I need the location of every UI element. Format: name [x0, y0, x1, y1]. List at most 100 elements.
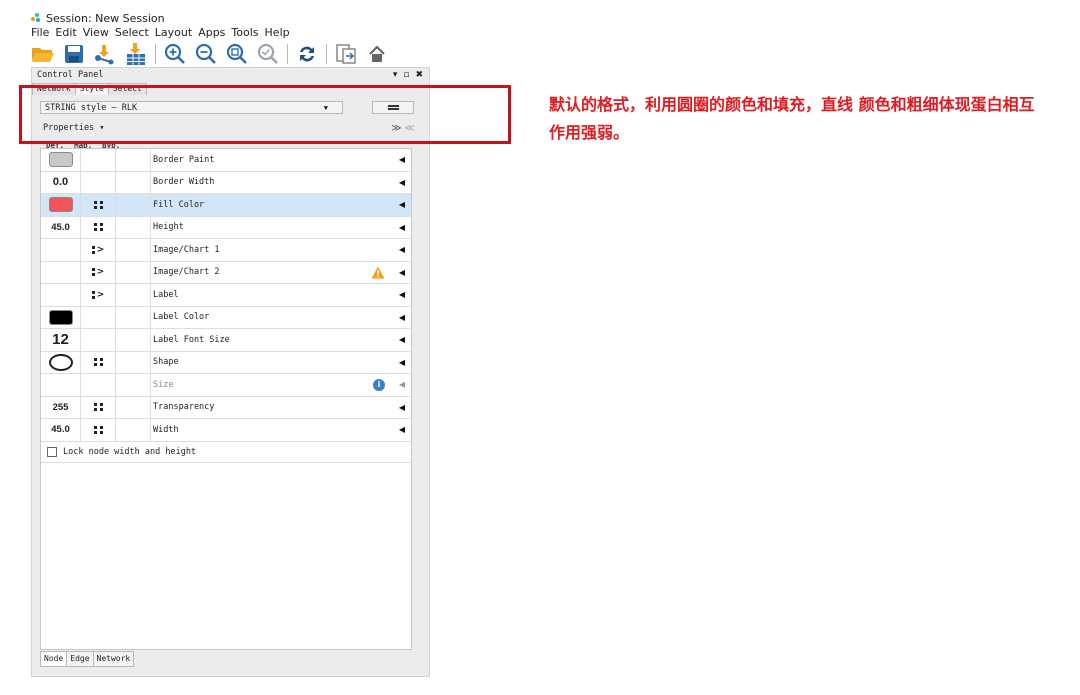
save-icon[interactable] [62, 43, 86, 65]
bypass-cell[interactable] [116, 239, 151, 261]
expand-arrow-icon[interactable]: ◀ [393, 313, 411, 322]
bypass-cell[interactable] [116, 261, 151, 283]
expand-arrow-icon[interactable]: ◀ [393, 425, 411, 434]
property-row[interactable]: 12 Label Font Size ◀ [41, 329, 411, 352]
default-color-swatch[interactable] [48, 152, 73, 168]
menu-view[interactable]: View [83, 26, 109, 40]
zoom-out-icon[interactable] [194, 43, 218, 65]
mapping-cell[interactable] [81, 149, 116, 171]
default-color-swatch[interactable] [48, 197, 73, 213]
info-icon[interactable]: i [373, 378, 385, 391]
lock-size-checkbox[interactable] [47, 446, 57, 457]
bypass-cell[interactable] [116, 171, 151, 193]
default-cell[interactable]: 0.0 [41, 171, 81, 193]
bypass-cell[interactable] [116, 329, 151, 351]
default-color-swatch[interactable] [48, 309, 73, 325]
default-cell[interactable]: 45.0 [41, 419, 81, 441]
panel-dropdown-icon[interactable]: ▾ [393, 70, 398, 80]
default-cell[interactable] [41, 194, 81, 216]
mapping-cell[interactable]: > [81, 239, 116, 261]
expand-arrow-icon[interactable]: ◀ [393, 200, 411, 209]
mapping-cell[interactable] [81, 374, 116, 396]
close-panel-icon[interactable]: ✖ [415, 70, 423, 80]
bypass-cell[interactable] [116, 194, 151, 216]
cytoscape-logo-icon [31, 13, 41, 23]
mapping-cell[interactable]: > [81, 261, 116, 283]
expand-arrow-icon[interactable]: ◀ [393, 155, 411, 164]
open-folder-icon[interactable] [31, 43, 55, 65]
bypass-cell[interactable] [116, 419, 151, 441]
zoom-fit-icon[interactable] [225, 43, 249, 65]
default-value: 45.0 [51, 424, 70, 436]
import-table-icon[interactable] [124, 43, 148, 65]
bypass-cell[interactable] [116, 149, 151, 171]
property-row[interactable]: 45.0 Height ◀ [41, 216, 411, 239]
property-row[interactable]: > Image/Chart 2 ◀ [41, 261, 411, 284]
menu-file[interactable]: File [31, 26, 49, 40]
default-cell[interactable] [41, 239, 81, 261]
property-row[interactable]: Border Paint ◀ [41, 149, 411, 172]
mapping-cell[interactable] [81, 194, 116, 216]
bypass-cell[interactable] [116, 306, 151, 328]
bypass-cell[interactable] [116, 351, 151, 373]
refresh-icon[interactable] [295, 43, 319, 65]
expand-arrow-icon[interactable]: ◀ [393, 268, 411, 277]
expand-arrow-icon[interactable]: ◀ [393, 290, 411, 299]
bypass-cell[interactable] [116, 396, 151, 418]
mapping-cell[interactable] [81, 329, 116, 351]
default-cell[interactable]: 255 [41, 396, 81, 418]
warning-icon[interactable] [371, 266, 385, 279]
mapping-cell[interactable] [81, 419, 116, 441]
expand-arrow-icon[interactable]: ◀ [393, 358, 411, 367]
import-network-icon[interactable] [93, 43, 117, 65]
property-row[interactable]: 45.0 Width ◀ [41, 419, 411, 442]
mapping-cell[interactable] [81, 396, 116, 418]
mapping-cell[interactable] [81, 216, 116, 238]
menu-tools[interactable]: Tools [231, 26, 258, 40]
expand-arrow-icon[interactable]: ◀ [393, 403, 411, 412]
property-row[interactable]: > Image/Chart 1 ◀ [41, 239, 411, 262]
bypass-cell[interactable] [116, 374, 151, 396]
expand-arrow-icon[interactable]: ◀ [393, 178, 411, 187]
home-icon[interactable] [365, 43, 389, 65]
bypass-cell[interactable] [116, 216, 151, 238]
lock-size-row: Lock node width and height [41, 442, 411, 462]
property-row[interactable]: Label Color ◀ [41, 306, 411, 329]
default-cell[interactable] [41, 306, 81, 328]
expand-arrow-icon[interactable]: ◀ [393, 245, 411, 254]
default-cell[interactable] [41, 351, 81, 373]
property-row[interactable]: > Label ◀ [41, 284, 411, 307]
property-row[interactable]: 0.0 Border Width ◀ [41, 171, 411, 194]
mapping-cell[interactable] [81, 171, 116, 193]
menu-apps[interactable]: Apps [198, 26, 225, 40]
property-row[interactable]: Fill Color ◀ [41, 194, 411, 217]
property-row[interactable]: 255 Transparency ◀ [41, 396, 411, 419]
float-panel-icon[interactable]: ▫ [403, 70, 409, 80]
tab-edge[interactable]: Edge [66, 651, 94, 667]
mapping-cell[interactable] [81, 306, 116, 328]
property-row[interactable]: Shape ◀ [41, 351, 411, 374]
mapping-cell[interactable]: > [81, 284, 116, 306]
expand-arrow-icon[interactable]: ◀ [393, 223, 411, 232]
mapping-cell[interactable] [81, 351, 116, 373]
passthrough-mapping-icon: > [91, 267, 104, 277]
export-icon[interactable] [334, 43, 358, 65]
expand-arrow-icon[interactable]: ◀ [393, 335, 411, 344]
menu-select[interactable]: Select [115, 26, 149, 40]
default-cell[interactable] [41, 149, 81, 171]
property-row[interactable]: Size i ◀ [41, 374, 411, 397]
default-cell[interactable]: 12 [41, 329, 81, 351]
menu-edit[interactable]: Edit [55, 26, 76, 40]
expand-arrow-icon[interactable]: ◀ [393, 380, 411, 389]
tab-node[interactable]: Node [40, 651, 68, 667]
bypass-cell[interactable] [116, 284, 151, 306]
default-cell[interactable]: 45.0 [41, 216, 81, 238]
tab-network-bottom[interactable]: Network [92, 651, 135, 667]
menu-help[interactable]: Help [265, 26, 290, 40]
zoom-in-icon[interactable] [163, 43, 187, 65]
zoom-selected-icon[interactable] [256, 43, 280, 65]
default-cell[interactable] [41, 374, 81, 396]
default-cell[interactable] [41, 284, 81, 306]
default-cell[interactable] [41, 261, 81, 283]
menu-layout[interactable]: Layout [155, 26, 192, 40]
